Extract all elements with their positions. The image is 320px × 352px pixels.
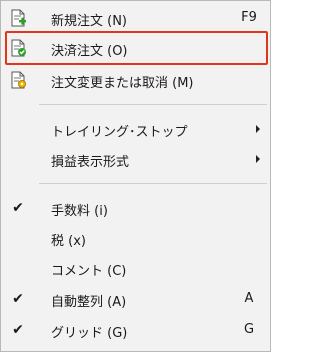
shortcut-text: F9: [241, 10, 257, 25]
checkmark-icon: ✔: [12, 322, 24, 338]
menu-item-modify-order[interactable]: 注文変更または取消 (M): [1, 67, 270, 93]
checkmark-icon: ✔: [12, 200, 24, 216]
menu-item-new-order[interactable]: 新規注文 (N) F9: [1, 5, 270, 31]
menu-item-label: コメント (C): [51, 264, 127, 279]
checkmark-icon: ✔: [12, 291, 24, 307]
new-order-icon: [1, 5, 35, 31]
menu-item-auto-arrange[interactable]: ✔ 自動整列 (A) A: [1, 286, 270, 312]
menu-item-trailing-stop[interactable]: トレイリング･ストップ: [1, 116, 270, 142]
shortcut-text: A: [244, 291, 254, 306]
settle-order-icon: [1, 35, 35, 61]
submenu-arrow-icon: [256, 125, 260, 133]
menu-item-comment[interactable]: コメント (C): [1, 255, 270, 281]
menu-item-label: グリッド (G): [51, 326, 128, 341]
menu-separator: [39, 104, 267, 105]
modify-order-icon: [1, 67, 35, 93]
context-menu: 新規注文 (N) F9 決済注文 (O) 注文変更または取消 (M) トレイリン…: [0, 0, 271, 352]
shortcut-text: G: [243, 322, 255, 337]
menu-item-label: 新規注文 (N): [51, 14, 128, 29]
menu-item-settle-order[interactable]: 決済注文 (O): [1, 35, 270, 61]
menu-item-label: 損益表示形式: [51, 155, 130, 170]
menu-separator: [39, 183, 267, 184]
menu-item-label: 決済注文 (O): [51, 44, 128, 59]
menu-item-label: 注文変更または取消 (M): [51, 76, 194, 91]
menu-item-label: 手数料 (i): [51, 204, 108, 219]
menu-item-grid[interactable]: ✔ グリッド (G) G: [1, 317, 270, 343]
menu-item-label: 税 (x): [51, 234, 86, 249]
submenu-arrow-icon: [256, 155, 260, 163]
menu-item-tax[interactable]: 税 (x): [1, 225, 270, 251]
menu-item-label: 自動整列 (A): [51, 295, 127, 310]
menu-item-label: トレイリング･ストップ: [51, 125, 188, 140]
menu-item-pnl-display[interactable]: 損益表示形式: [1, 146, 270, 172]
menu-item-commission[interactable]: ✔ 手数料 (i): [1, 195, 270, 221]
